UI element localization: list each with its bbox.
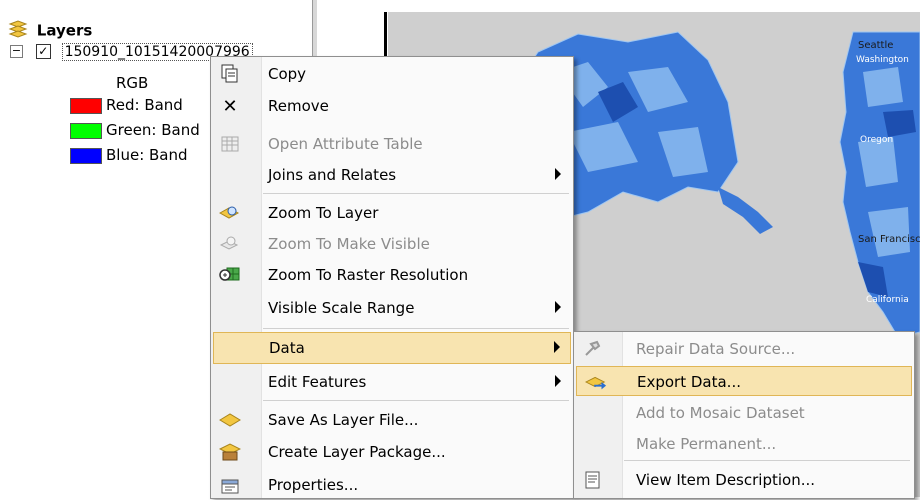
table-icon xyxy=(219,134,241,154)
menu-separator xyxy=(263,400,569,401)
menu-item-make-permanent[interactable]: Make Permanent... xyxy=(574,429,914,459)
menu-item-label: Export Data... xyxy=(637,373,741,391)
zoom-visible-icon xyxy=(219,234,241,254)
menu-separator xyxy=(263,193,569,194)
submenu-arrow-icon xyxy=(554,341,560,353)
menu-item-label: Properties... xyxy=(268,476,359,494)
submenu-arrow-icon xyxy=(555,168,561,180)
zoom-layer-icon xyxy=(219,203,241,223)
menu-item-label: Open Attribute Table xyxy=(268,135,423,153)
repair-icon xyxy=(582,339,604,359)
menu-item-label: Zoom To Layer xyxy=(268,204,379,222)
export-icon xyxy=(585,372,607,392)
band-blue-label: Blue: Band xyxy=(106,146,188,164)
layers-heading: Layers xyxy=(8,20,92,42)
menu-item-label: Visible Scale Range xyxy=(268,299,415,317)
menu-item-remove[interactable]: ✕ Remove xyxy=(211,91,573,121)
band-blue: Blue: Band xyxy=(70,146,188,164)
green-swatch xyxy=(70,122,102,139)
copy-icon xyxy=(219,64,241,84)
layer-context-menu: Copy ✕ Remove Open Attribute Table Joins… xyxy=(210,56,574,499)
menu-item-repair-data-source[interactable]: Repair Data Source... xyxy=(574,334,914,364)
menu-item-copy[interactable]: Copy xyxy=(211,59,573,89)
menu-item-label: Remove xyxy=(268,97,329,115)
menu-item-label: View Item Description... xyxy=(636,471,816,489)
data-submenu: Repair Data Source... Export Data... Add… xyxy=(573,331,915,499)
map-label-seattle: Seattle xyxy=(858,40,893,51)
menu-item-label: Copy xyxy=(268,65,307,83)
menu-item-joins-and-relates[interactable]: Joins and Relates xyxy=(211,160,573,190)
menu-item-properties[interactable]: Properties... xyxy=(211,470,573,500)
map-label-washington: Washington xyxy=(856,55,909,65)
menu-item-label: Create Layer Package... xyxy=(268,443,446,461)
menu-item-export-data[interactable]: Export Data... xyxy=(576,366,912,396)
layer-file-icon xyxy=(219,410,241,430)
menu-separator xyxy=(263,328,569,329)
layers-title: Layers xyxy=(36,21,93,40)
menu-item-label: Edit Features xyxy=(268,373,367,391)
menu-item-label: Data xyxy=(269,339,305,357)
menu-item-create-layer-package[interactable]: Create Layer Package... xyxy=(211,437,573,467)
red-swatch xyxy=(70,97,102,114)
layer-package-icon xyxy=(219,442,241,462)
menu-item-zoom-to-make-visible[interactable]: Zoom To Make Visible xyxy=(211,229,573,259)
band-green: Green: Band xyxy=(70,121,200,139)
map-label-california: California xyxy=(866,295,909,305)
rgb-label: RGB xyxy=(116,74,149,92)
menu-item-open-attribute-table[interactable]: Open Attribute Table xyxy=(211,129,573,159)
band-red-label: Red: Band xyxy=(106,96,183,114)
menu-item-label: Zoom To Raster Resolution xyxy=(268,266,469,284)
menu-item-zoom-to-layer[interactable]: Zoom To Layer xyxy=(211,198,573,228)
band-red: Red: Band xyxy=(70,96,183,114)
zoom-raster-icon xyxy=(219,265,241,285)
blue-swatch xyxy=(70,147,102,164)
menu-item-edit-features[interactable]: Edit Features xyxy=(211,367,573,397)
item-description-icon xyxy=(582,470,604,490)
menu-item-label: Joins and Relates xyxy=(268,166,397,184)
menu-item-label: Repair Data Source... xyxy=(636,340,796,358)
menu-item-zoom-to-raster-resolution[interactable]: Zoom To Raster Resolution xyxy=(211,260,573,290)
properties-icon xyxy=(219,475,241,495)
menu-item-label: Make Permanent... xyxy=(636,435,777,453)
map-label-san-francisco: San Francisco xyxy=(858,234,920,245)
menu-item-view-item-description[interactable]: View Item Description... xyxy=(574,465,914,495)
collapse-icon[interactable]: − xyxy=(10,45,23,58)
band-green-label: Green: Band xyxy=(106,121,200,139)
menu-item-data[interactable]: Data xyxy=(213,332,571,364)
map-label-oregon: Oregon xyxy=(860,135,893,145)
layer-visibility-checkbox[interactable]: ✓ xyxy=(35,44,51,59)
menu-item-label: Save As Layer File... xyxy=(268,411,419,429)
menu-item-label: Add to Mosaic Dataset xyxy=(636,404,805,422)
remove-icon: ✕ xyxy=(222,95,238,117)
submenu-arrow-icon xyxy=(555,301,561,313)
menu-item-label: Zoom To Make Visible xyxy=(268,235,430,253)
menu-item-save-as-layer-file[interactable]: Save As Layer File... xyxy=(211,405,573,435)
menu-separator xyxy=(624,460,910,461)
menu-item-add-to-mosaic-dataset[interactable]: Add to Mosaic Dataset xyxy=(574,398,914,428)
submenu-arrow-icon xyxy=(555,375,561,387)
menu-item-visible-scale-range[interactable]: Visible Scale Range xyxy=(211,293,573,323)
layers-icon xyxy=(8,20,28,42)
